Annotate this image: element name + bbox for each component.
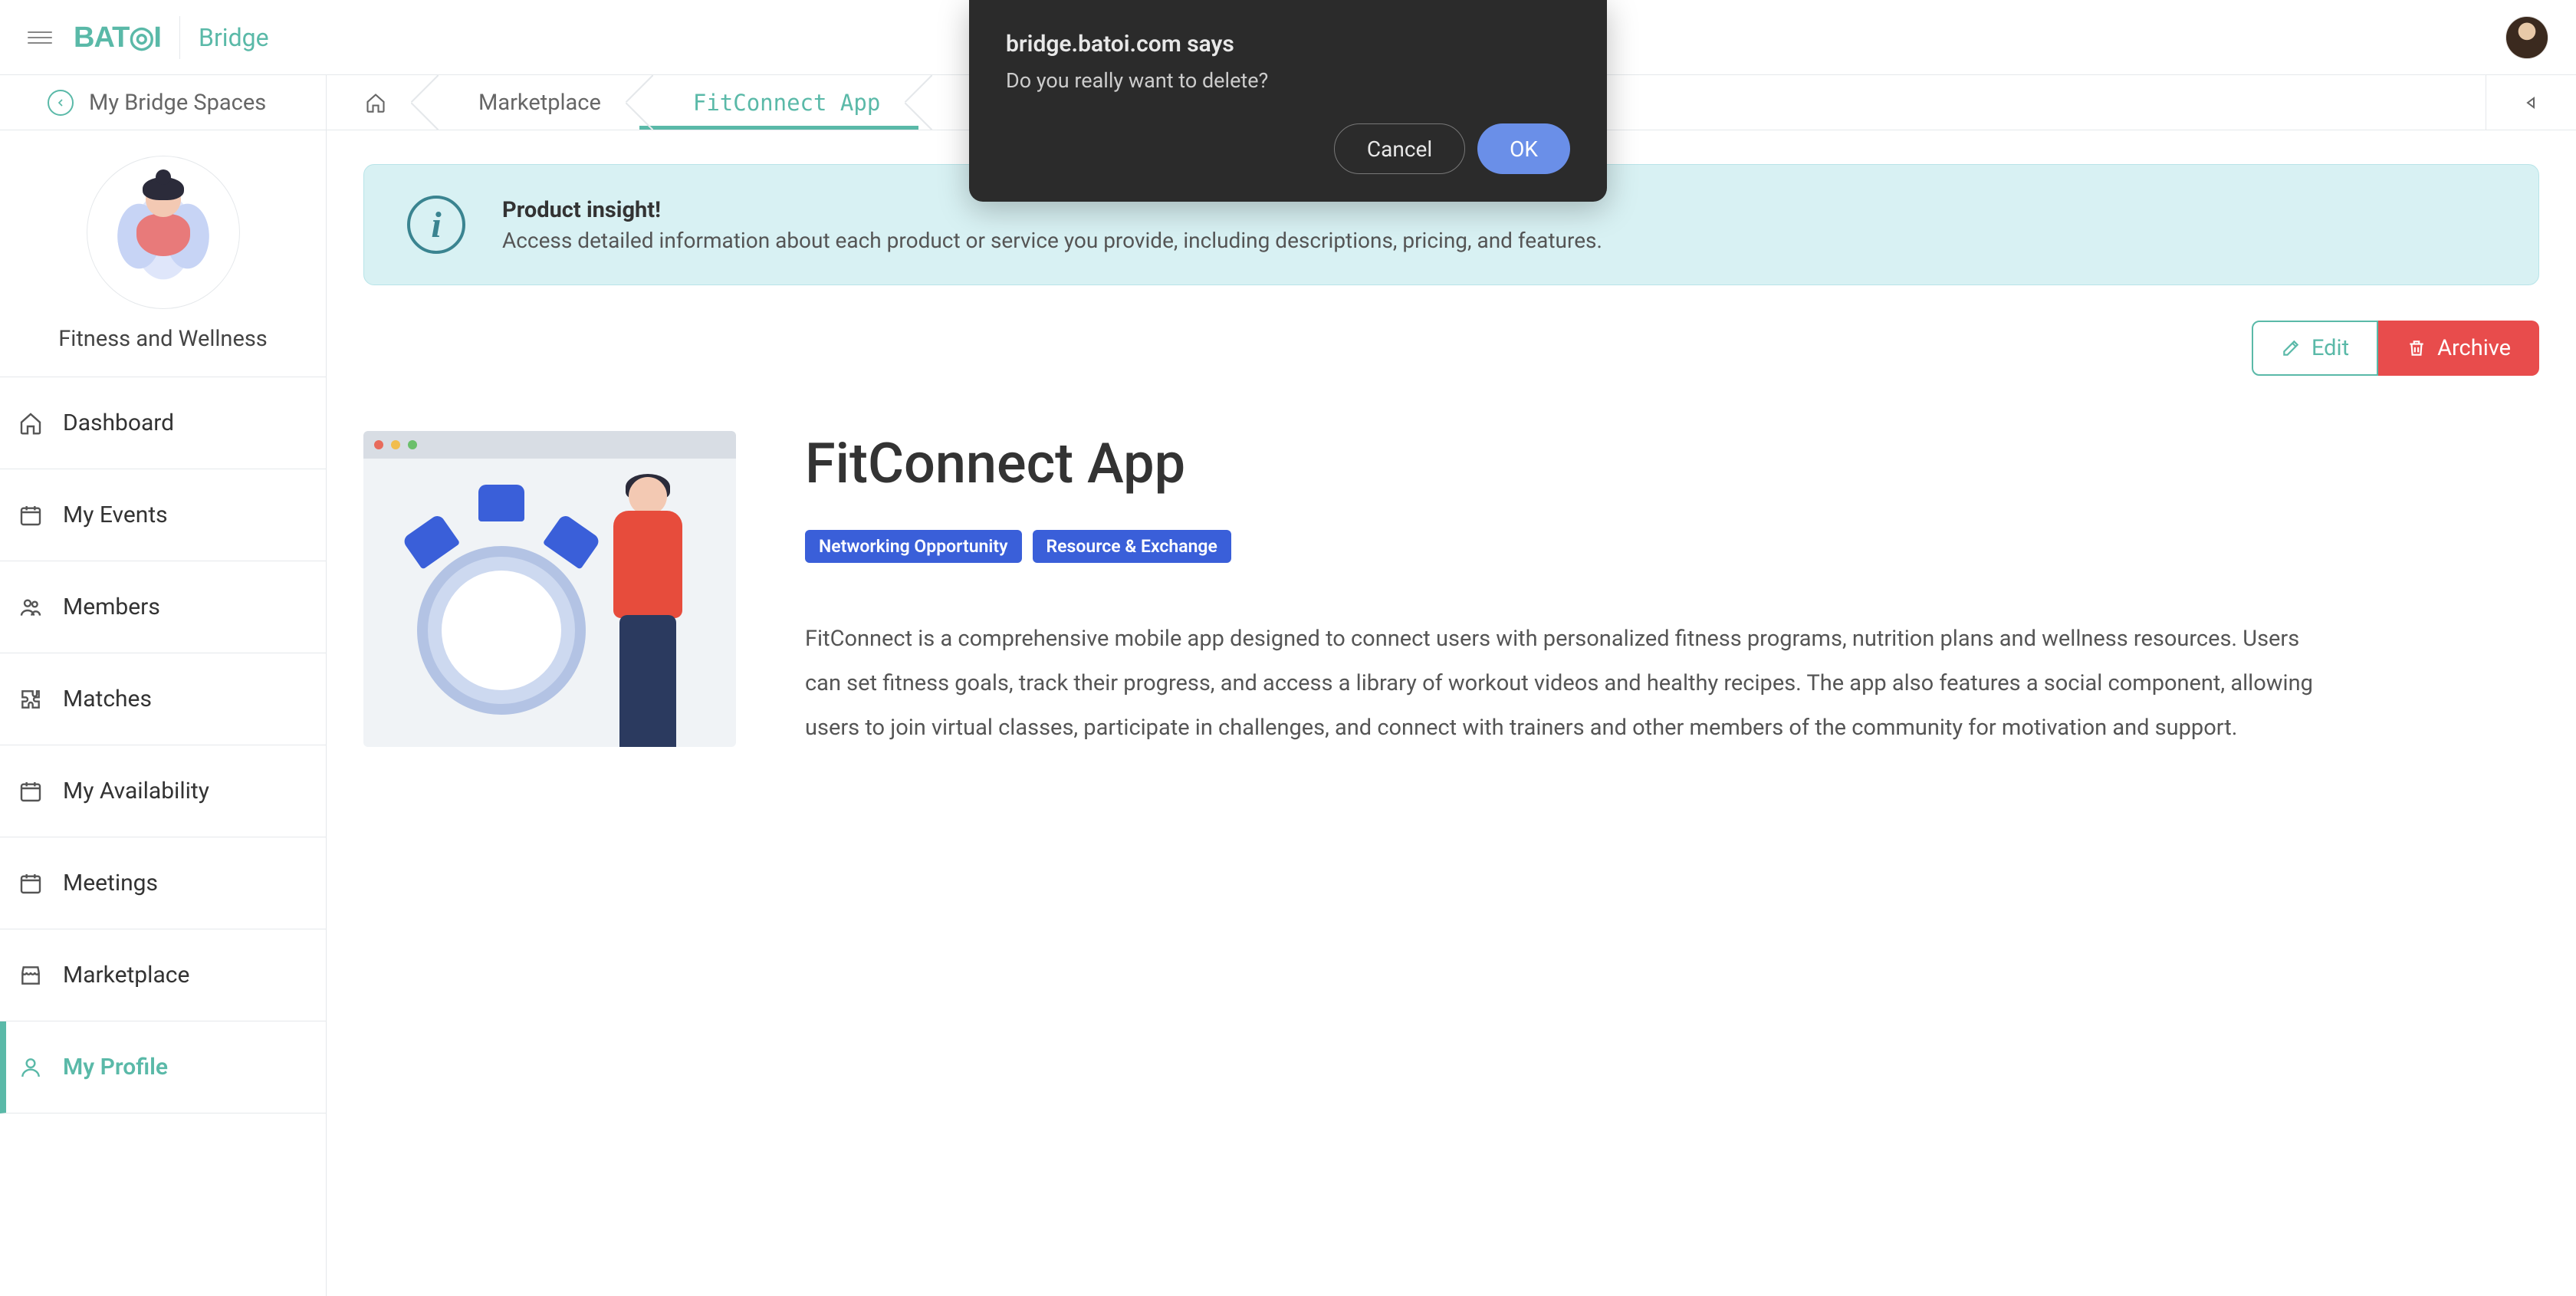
cancel-button[interactable]: Cancel bbox=[1334, 123, 1465, 174]
sidebar-item-meetings[interactable]: Meetings bbox=[0, 837, 326, 929]
archive-label: Archive bbox=[2437, 335, 2511, 361]
sidebar: Fitness and Wellness Dashboard My Events… bbox=[0, 130, 327, 1296]
info-icon: i bbox=[407, 196, 465, 254]
logo-mark: BAT◎I bbox=[74, 20, 161, 54]
space-header: Fitness and Wellness bbox=[0, 130, 326, 377]
dialog-origin: bridge.batoi.com says bbox=[1006, 31, 1570, 58]
sidebar-item-label: My Availability bbox=[63, 778, 209, 804]
sidebar-item-label: Dashboard bbox=[63, 410, 174, 436]
store-icon bbox=[18, 963, 43, 988]
edit-label: Edit bbox=[2312, 335, 2349, 361]
back-to-spaces[interactable]: My Bridge Spaces bbox=[0, 75, 327, 130]
back-label: My Bridge Spaces bbox=[89, 90, 266, 116]
topbar-left: BAT◎I Bridge bbox=[28, 16, 269, 59]
alert-content: Product insight! Access detailed informa… bbox=[502, 197, 1602, 253]
calendar-icon bbox=[18, 871, 43, 896]
sidebar-item-my-profile[interactable]: My Profile bbox=[0, 1021, 326, 1113]
archive-button[interactable]: Archive bbox=[2378, 321, 2539, 376]
space-icon bbox=[87, 156, 240, 309]
divider bbox=[179, 16, 180, 59]
users-icon bbox=[18, 595, 43, 620]
breadcrumb-home[interactable] bbox=[327, 75, 425, 130]
breadcrumb-active[interactable]: FitConnect App bbox=[639, 75, 918, 130]
avatar[interactable] bbox=[2505, 16, 2548, 59]
sidebar-item-my-availability[interactable]: My Availability bbox=[0, 745, 326, 837]
ok-button[interactable]: OK bbox=[1477, 123, 1570, 174]
sidebar-item-dashboard[interactable]: Dashboard bbox=[0, 377, 326, 469]
badge-networking: Networking Opportunity bbox=[805, 530, 1022, 563]
alert-body: Access detailed information about each p… bbox=[502, 228, 1602, 253]
product-details: FitConnect App Networking Opportunity Re… bbox=[805, 431, 2338, 750]
product: FitConnect App Networking Opportunity Re… bbox=[363, 431, 2539, 750]
puzzle-icon bbox=[18, 687, 43, 712]
sidebar-item-label: Members bbox=[63, 594, 160, 620]
home-icon bbox=[18, 411, 43, 436]
confirm-dialog: bridge.batoi.com says Do you really want… bbox=[969, 0, 1607, 202]
user-icon bbox=[18, 1055, 43, 1080]
dialog-buttons: Cancel OK bbox=[1006, 123, 1570, 174]
sidebar-nav: Dashboard My Events Members Matches My A… bbox=[0, 377, 326, 1296]
logo[interactable]: BAT◎I Bridge bbox=[74, 16, 269, 59]
edit-button[interactable]: Edit bbox=[2252, 321, 2378, 376]
brand-sub: Bridge bbox=[199, 23, 269, 52]
sidebar-item-label: Marketplace bbox=[63, 962, 189, 988]
action-buttons: Edit Archive bbox=[363, 321, 2539, 376]
pencil-icon bbox=[2281, 338, 2301, 358]
home-icon bbox=[365, 92, 386, 113]
hamburger-menu-icon[interactable] bbox=[28, 25, 52, 50]
badge-resource: Resource & Exchange bbox=[1033, 530, 1231, 563]
sidebar-item-my-events[interactable]: My Events bbox=[0, 469, 326, 561]
badges: Networking Opportunity Resource & Exchan… bbox=[805, 530, 2338, 563]
calendar-icon bbox=[18, 779, 43, 804]
sidebar-item-label: Matches bbox=[63, 686, 152, 712]
sidebar-item-marketplace[interactable]: Marketplace bbox=[0, 929, 326, 1021]
breadcrumb-back-button[interactable] bbox=[2486, 75, 2576, 130]
calendar-icon bbox=[18, 503, 43, 528]
sidebar-item-members[interactable]: Members bbox=[0, 561, 326, 653]
layout: Fitness and Wellness Dashboard My Events… bbox=[0, 130, 2576, 1296]
main: i Product insight! Access detailed infor… bbox=[327, 130, 2576, 1296]
triangle-left-icon bbox=[2522, 94, 2541, 112]
product-image bbox=[363, 431, 736, 747]
breadcrumb-marketplace[interactable]: Marketplace bbox=[425, 75, 639, 130]
dialog-message: Do you really want to delete? bbox=[1006, 68, 1570, 93]
space-name: Fitness and Wellness bbox=[58, 326, 268, 352]
trash-icon bbox=[2407, 338, 2426, 358]
browser-bar-decoration bbox=[363, 431, 736, 459]
sidebar-item-label: My Events bbox=[63, 502, 168, 528]
back-arrow-icon bbox=[48, 90, 74, 116]
sidebar-item-label: Meetings bbox=[63, 870, 158, 896]
sidebar-item-matches[interactable]: Matches bbox=[0, 653, 326, 745]
product-title: FitConnect App bbox=[805, 431, 2338, 496]
product-description: FitConnect is a comprehensive mobile app… bbox=[805, 617, 2338, 750]
sidebar-item-label: My Profile bbox=[63, 1054, 168, 1081]
